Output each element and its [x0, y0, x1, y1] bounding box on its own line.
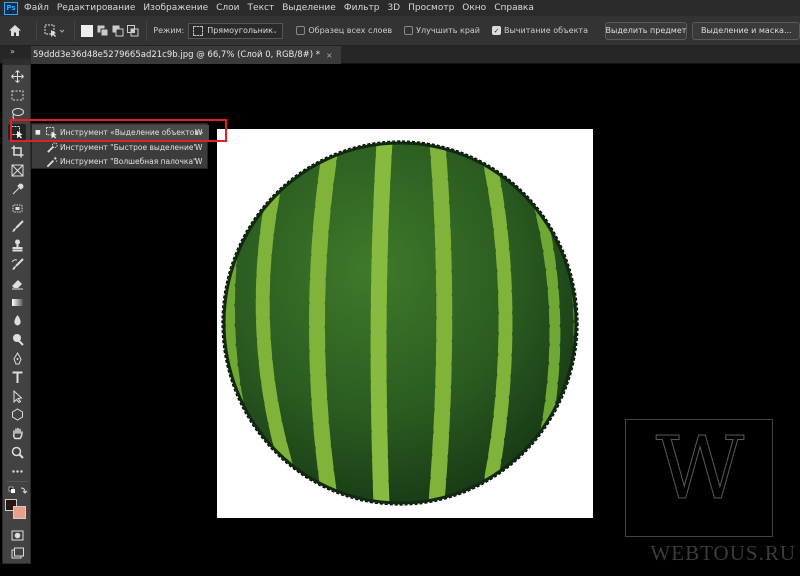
- menu-view[interactable]: Просмотр: [408, 3, 454, 13]
- flyout-item-magic-wand[interactable]: Инструмент "Волшебная палочка" W: [32, 154, 209, 169]
- quick-mask-icon[interactable]: [8, 527, 26, 543]
- eraser-tool-icon[interactable]: [8, 275, 26, 291]
- eyedropper-tool-icon[interactable]: [8, 181, 26, 197]
- separator: [6, 481, 28, 482]
- add-to-selection-icon[interactable]: [96, 25, 111, 37]
- screen-mode-icon[interactable]: [8, 545, 26, 561]
- home-icon[interactable]: [0, 24, 30, 37]
- more-tools-icon[interactable]: [8, 463, 26, 479]
- move-tool-icon[interactable]: [8, 68, 26, 84]
- separator: [73, 20, 75, 41]
- select-subject-button[interactable]: Выделить предмет: [604, 21, 687, 40]
- gradient-tool-icon[interactable]: [8, 294, 26, 310]
- menu-filter[interactable]: Фильтр: [344, 3, 380, 13]
- rectangle-mode-icon: [193, 25, 204, 36]
- toolbar-collapse-icon[interactable]: »: [10, 47, 15, 56]
- menu-layers[interactable]: Слои: [216, 3, 239, 13]
- separator: [146, 20, 148, 41]
- object-selection-tool-preset-icon[interactable]: [43, 24, 68, 38]
- menu-file[interactable]: Файл: [24, 3, 49, 13]
- watermelon-image: [221, 140, 579, 506]
- mode-select[interactable]: Прямоугольник ⌄: [188, 22, 284, 39]
- zoom-tool-icon[interactable]: [8, 444, 26, 460]
- flyout-item-shortcut: W: [195, 157, 203, 166]
- path-selection-tool-icon[interactable]: [8, 388, 26, 404]
- object-subtract-option[interactable]: ✓ Вычитание объекта: [492, 26, 588, 35]
- hand-tool-icon[interactable]: [8, 425, 26, 441]
- watermark-site-text: WEBTOUS.RU: [650, 541, 796, 565]
- sample-all-layers-option[interactable]: Образец всех слоев: [296, 26, 392, 35]
- menu-3d[interactable]: 3D: [387, 3, 400, 13]
- brush-tool-icon[interactable]: [8, 218, 26, 234]
- menu-image[interactable]: Изображение: [143, 3, 208, 13]
- background-color-swatch[interactable]: [13, 506, 26, 519]
- menu-select[interactable]: Выделение: [282, 3, 336, 13]
- select-and-mask-button[interactable]: Выделение и маска...: [691, 21, 800, 40]
- dodge-tool-icon[interactable]: [8, 331, 26, 347]
- flyout-item-label: Инструмент "Быстрое выделение": [60, 143, 197, 152]
- object-subtract-checkbox[interactable]: ✓: [492, 26, 501, 35]
- menu-type[interactable]: Текст: [248, 3, 275, 13]
- flyout-item-shortcut: W: [195, 143, 203, 152]
- subtract-from-selection-icon[interactable]: [111, 25, 126, 37]
- sample-all-layers-label: Образец всех слоев: [308, 26, 393, 35]
- menu-window[interactable]: Окно: [462, 3, 486, 13]
- healing-brush-tool-icon[interactable]: [8, 200, 26, 216]
- mode-select-value: Прямоугольник: [207, 26, 273, 35]
- menu-bar: Ps Файл Редактирование Изображение Слои …: [0, 0, 800, 16]
- enhance-edge-checkbox[interactable]: [404, 26, 414, 35]
- frame-tool-icon[interactable]: [8, 162, 26, 178]
- watermark-letter: W: [655, 419, 745, 519]
- mode-label: Режим:: [153, 26, 185, 35]
- swap-colors-icon[interactable]: [8, 486, 28, 494]
- highlight-annotation-outline: [10, 119, 227, 142]
- menu-edit[interactable]: Редактирование: [57, 3, 136, 13]
- magic-wand-icon: [46, 156, 58, 168]
- document-image[interactable]: [217, 129, 593, 518]
- options-bar: Режим: Прямоугольник ⌄ Образец всех слое…: [0, 16, 800, 46]
- toolbar-grip[interactable]: [3, 59, 30, 65]
- chevron-down-icon: ⌄: [272, 26, 279, 35]
- document-tab-bar: 59ddd3e36d48e5279665ad21c9b.jpg @ 66,7% …: [0, 46, 800, 64]
- intersect-selection-icon[interactable]: [126, 24, 141, 37]
- flyout-item-label: Инструмент "Волшебная палочка": [60, 157, 197, 166]
- type-tool-icon[interactable]: [8, 369, 26, 385]
- enhance-edge-option[interactable]: Улучшить край: [404, 26, 480, 35]
- document-tab[interactable]: 59ddd3e36d48e5279665ad21c9b.jpg @ 66,7% …: [31, 46, 341, 64]
- quick-selection-icon: [46, 141, 58, 154]
- clone-stamp-tool-icon[interactable]: [8, 237, 26, 253]
- separator: [35, 20, 37, 41]
- flyout-item-quick-selection[interactable]: Инструмент "Быстрое выделение" W: [32, 140, 209, 155]
- watermark-logo: W: [625, 419, 773, 537]
- marquee-tool-icon[interactable]: [8, 87, 26, 103]
- object-subtract-label: Вычитание объекта: [504, 26, 588, 35]
- pen-tool-icon[interactable]: [8, 350, 26, 366]
- blur-tool-icon[interactable]: [8, 312, 26, 328]
- menu-help[interactable]: Справка: [494, 3, 534, 13]
- sample-all-layers-checkbox[interactable]: [296, 26, 306, 35]
- new-selection-icon[interactable]: [80, 24, 96, 37]
- enhance-edge-label: Улучшить край: [416, 26, 480, 35]
- crop-tool-icon[interactable]: [8, 143, 26, 159]
- history-brush-tool-icon[interactable]: [8, 256, 26, 272]
- shape-tool-icon[interactable]: [8, 406, 26, 422]
- close-icon[interactable]: ×: [326, 51, 333, 60]
- photoshop-logo[interactable]: Ps: [4, 1, 18, 15]
- document-tab-title: 59ddd3e36d48e5279665ad21c9b.jpg @ 66,7% …: [33, 50, 321, 60]
